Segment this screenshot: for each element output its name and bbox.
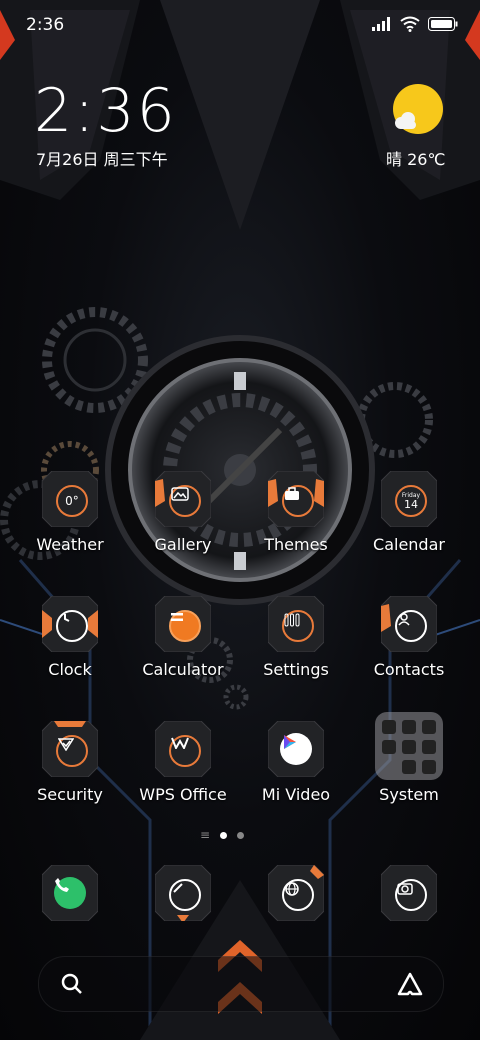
assistant-icon[interactable] [397,972,423,996]
app-label: System [379,785,439,804]
app-label: Calendar [373,535,445,554]
app-contacts[interactable]: Contacts [354,596,464,679]
app-gallery[interactable]: Gallery [128,471,238,554]
app-weather[interactable]: 0° Weather [15,471,125,554]
system-folder-icon [375,712,443,780]
wifi-icon [400,16,420,32]
weather-widget-text: 晴 26℃ [386,150,446,169]
home-screen: 2:36 2:36 7月26日 周三下午 晴 26℃ 0° Weather Ga… [0,0,480,1040]
status-bar: 2:36 [0,0,480,50]
app-label: Calculator [142,660,224,679]
app-themes[interactable]: Themes [241,471,351,554]
phone-icon [54,877,86,909]
app-label: WPS Office [139,785,227,804]
signal-icon [372,17,390,31]
app-label: Themes [264,535,328,554]
app-settings[interactable]: Settings [241,596,351,679]
page-dot-active [220,831,228,839]
search-bar[interactable] [38,956,444,1012]
clock-widget-date: 7月26日 周三下午 [36,150,168,169]
app-label: Security [37,785,103,804]
globe-icon [282,879,314,911]
app-label: Weather [36,535,104,554]
battery-icon [428,17,458,31]
camera-icon [395,879,427,911]
mi-video-icon [280,733,312,765]
gallery-icon [169,485,201,517]
app-calendar[interactable]: Friday 14 Calendar [354,471,464,554]
app-label: Gallery [154,535,212,554]
dock-phone[interactable] [15,865,125,921]
status-time: 2:36 [26,15,65,35]
contacts-icon [395,610,427,642]
calculator-icon [169,610,201,642]
app-label: Mi Video [261,785,331,804]
weather-icon: 0° [56,485,88,517]
app-mi-video[interactable]: Mi Video [241,721,351,804]
app-calculator[interactable]: Calculator [128,596,238,679]
page-dot [237,831,245,839]
clock-widget-time[interactable]: 2:36 [34,76,177,146]
security-icon [56,735,88,767]
settings-icon [282,610,314,642]
clock-icon [56,610,88,642]
page-indicator[interactable]: ≡ [200,828,245,842]
dock-globe[interactable] [241,865,351,921]
calendar-icon: Friday 14 [395,485,427,517]
calendar-day-number: 14 [404,497,418,511]
page-list-icon: ≡ [200,828,211,842]
sun-cloud-icon[interactable] [390,83,446,139]
weather-tile-text: 0° [65,494,79,508]
dock-browser[interactable] [128,865,238,921]
app-clock[interactable]: Clock [15,596,125,679]
themes-icon [282,485,314,517]
app-label: Settings [263,660,329,679]
app-system-folder[interactable]: System [354,712,464,804]
wps-office-icon [169,735,201,767]
app-wps-office[interactable]: WPS Office [128,721,238,804]
app-security[interactable]: Security [15,721,125,804]
app-label: Clock [48,660,92,679]
dock-camera[interactable] [354,865,464,921]
compass-icon [169,879,201,911]
search-icon[interactable] [61,973,83,995]
app-label: Contacts [373,660,445,679]
